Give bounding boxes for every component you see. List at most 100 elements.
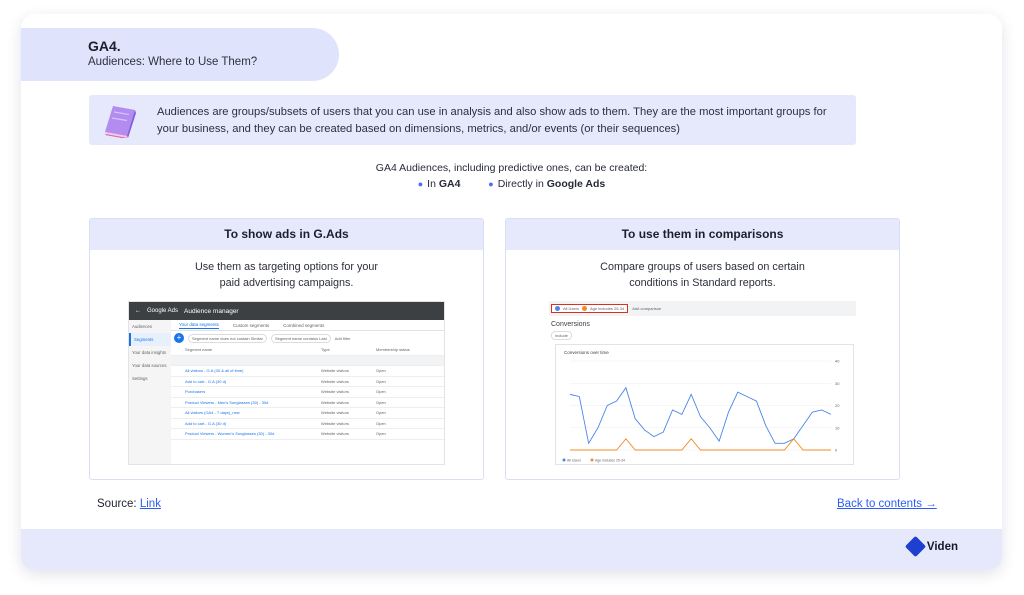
panel-description: Use them as targeting options for your p… <box>90 259 483 291</box>
table-row: Add to cart - G.A (30 d) Website visitors… <box>171 377 444 387</box>
panel-comparisons: To use them in comparisons Compare group… <box>505 218 900 480</box>
table-row: Purchasers Website visitors Open <box>171 387 444 398</box>
ga-chip: All Users <box>563 306 580 311</box>
table-cell: Add to cart - G.A (30 d) <box>185 378 227 384</box>
y-tick-label: 40 <box>835 359 840 364</box>
info-text: Audiences are groups/subsets of users th… <box>157 106 827 135</box>
gads-filter-chip: Segment name contains Last <box>270 333 331 343</box>
table-cell: All visitors - G.A (30 & all of time) <box>185 368 244 374</box>
table-row: All visitors - G.A (30 & all of time) Web… <box>171 366 444 377</box>
viden-logo: Viden <box>904 535 958 558</box>
page-subtitle: Audiences: Where to Use Them? <box>88 56 258 68</box>
series-dot-icon <box>582 306 588 311</box>
option-ga4: GA4 <box>438 178 461 190</box>
table-cell: Product Viewers - Men's Sunglasses (30) … <box>185 399 269 405</box>
table-cell: Website visitors <box>321 410 349 416</box>
option-google-ads: Google Ads <box>546 178 606 190</box>
table-cell: Website visitors <box>321 368 349 374</box>
legend-swatch <box>562 458 566 462</box>
table-row: Product Viewers - Women's Sunglasses (30… <box>171 429 444 440</box>
plus-icon: + <box>174 333 184 343</box>
bullet-icon: ● <box>488 179 494 189</box>
table-cell: Website visitors <box>321 399 349 405</box>
option-gads-prefix: Directly in <box>497 178 547 190</box>
diamond-icon <box>904 535 926 558</box>
panel-show-ads: To show ads in G.Ads Use them as targeti… <box>89 218 484 480</box>
gads-section: Audience manager <box>184 307 239 315</box>
back-arrow-icon: ← <box>135 308 141 314</box>
ga-comparison-chips: All Users Age includes 25-34 <box>551 304 629 313</box>
panel-desc-line: paid advertising campaigns. <box>219 277 354 289</box>
table-cell: Website visitors <box>321 389 349 395</box>
gads-side-item: Segments <box>129 333 171 346</box>
table-row: Add to cart - G.A (30 d) Website visitors… <box>171 419 444 429</box>
creation-options: ● In GA4 ● Directly in Google Ads <box>21 178 1002 190</box>
page-title: GA4. <box>88 38 121 54</box>
source-link[interactable]: Link <box>140 498 161 510</box>
slide-card: GA4. Audiences: Where to Use Them? Audie… <box>21 14 1002 570</box>
table-cell: All visitors (GA4 - 7 days)_new <box>185 410 240 416</box>
gads-tab: Combined segments <box>283 322 325 328</box>
table-cell: Open <box>376 389 386 395</box>
ga4-screenshot: All Users Age includes 25-34 Add compari… <box>549 301 856 467</box>
series-line-1 <box>570 438 831 451</box>
table-cell: Website visitors <box>321 420 349 426</box>
back-to-contents-link[interactable]: Back to contents → <box>837 498 937 510</box>
table-cell: Open <box>376 420 386 426</box>
gads-table-body: All visitors - G.A (30 & all of time) Web… <box>171 366 444 440</box>
google-ads-screenshot: ← Google Ads Audience manager Audiences … <box>128 301 445 465</box>
creation-lead: GA4 Audiences, including predictive ones… <box>375 162 648 174</box>
gads-main: Your data segments Custom segments Combi… <box>171 320 444 464</box>
gads-sidebar: Audiences Segments Your data insights Yo… <box>129 320 171 464</box>
gads-spacer-row <box>171 355 444 366</box>
table-cell: Open <box>376 431 386 437</box>
ga-filter-chip: Include <box>551 331 572 340</box>
table-row: All visitors (GA4 - 7 days)_new Website v… <box>171 408 444 419</box>
bullet-icon: ● <box>417 179 424 189</box>
table-cell: Purchasers <box>185 389 206 395</box>
table-row: Product Viewers - Men's Sunglasses (30) … <box>171 398 444 408</box>
gads-col-header: Type <box>321 347 330 353</box>
gads-topbar: ← Google Ads Audience manager <box>129 302 444 320</box>
gads-tab: Custom segments <box>232 322 270 328</box>
line-chart: 0 10 20 30 40 All Users Age includes 25-34 <box>562 359 840 463</box>
table-cell: Open <box>376 399 386 405</box>
legend-swatch <box>590 458 594 462</box>
gads-side-item: Audiences <box>132 324 153 329</box>
ga-chip: Age includes 25-34 <box>590 306 625 311</box>
gads-col-header: Membership status <box>376 347 410 353</box>
ga-chart-card: Conversions over time 0 10 20 30 40 All Users… <box>555 344 854 465</box>
y-tick-label: 30 <box>835 381 840 386</box>
gads-brand: Google Ads <box>147 308 179 314</box>
panel-title: To show ads in G.Ads <box>90 219 483 250</box>
y-tick-label: 10 <box>835 425 840 430</box>
table-cell: Product Viewers - Women's Sunglasses (30… <box>185 431 275 437</box>
ga-report-title: Conversions <box>551 321 590 328</box>
book-icon <box>105 106 136 138</box>
source: Source: Link <box>97 498 161 510</box>
panel-desc-line: Compare groups of users based on certain <box>600 261 805 273</box>
gads-tabs: Your data segments Custom segments Combi… <box>171 320 444 331</box>
series-line-0 <box>569 386 832 445</box>
gads-table-header: Segment name Type Membership status <box>171 345 444 356</box>
footer-bar: Viden <box>21 529 1002 570</box>
table-cell: Open <box>376 378 386 384</box>
info-box: Audiences are groups/subsets of users th… <box>89 95 856 145</box>
option-gа4-prefix: In <box>427 178 439 190</box>
table-cell: Website visitors <box>321 378 349 384</box>
brand-name: Viden <box>926 540 958 553</box>
panel-title: To use them in comparisons <box>506 219 899 250</box>
panel-desc-line: conditions in Standard reports. <box>629 277 776 289</box>
table-cell: Add to cart - G.A (30 d) <box>185 420 227 426</box>
gads-side-item: Settings <box>132 376 148 381</box>
legend-label: All Users <box>567 459 581 463</box>
panel-desc-line: Use them as targeting options for your <box>194 261 379 273</box>
ga-add-comparison: Add comparison <box>632 306 662 311</box>
gads-col-header: Segment name <box>185 347 213 353</box>
gads-filter-bar: + Segment name does not contain Similar … <box>171 331 444 345</box>
table-cell: Website visitors <box>321 431 349 437</box>
source-label: Source: <box>97 498 137 510</box>
series-dot-icon <box>555 306 560 311</box>
y-tick-label: 0 <box>835 448 838 453</box>
gads-add-filter: Add filter <box>334 335 351 341</box>
